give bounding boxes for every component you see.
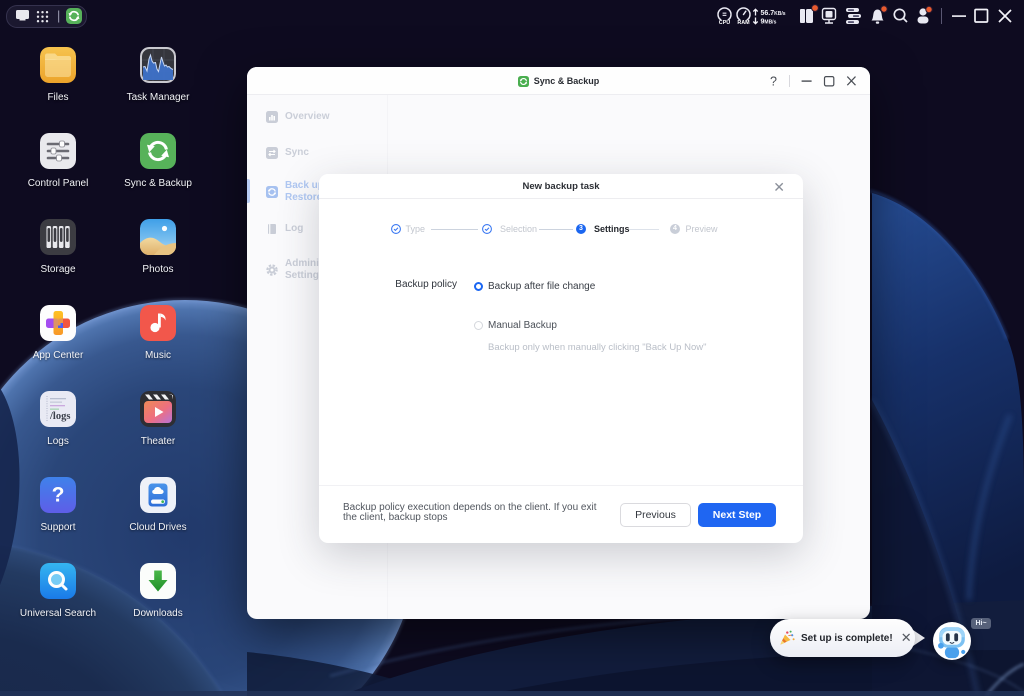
svg-text:56.7KB/s: 56.7KB/s <box>761 10 786 17</box>
svg-text:?: ? <box>52 484 65 507</box>
svg-text:/logs: /logs <box>49 411 70 422</box>
svg-text:CPU: CPU <box>719 20 730 26</box>
svg-text:RAM: RAM <box>737 20 750 26</box>
svg-text:9MB/s: 9MB/s <box>761 19 777 26</box>
svg-text:?: ? <box>770 75 777 89</box>
